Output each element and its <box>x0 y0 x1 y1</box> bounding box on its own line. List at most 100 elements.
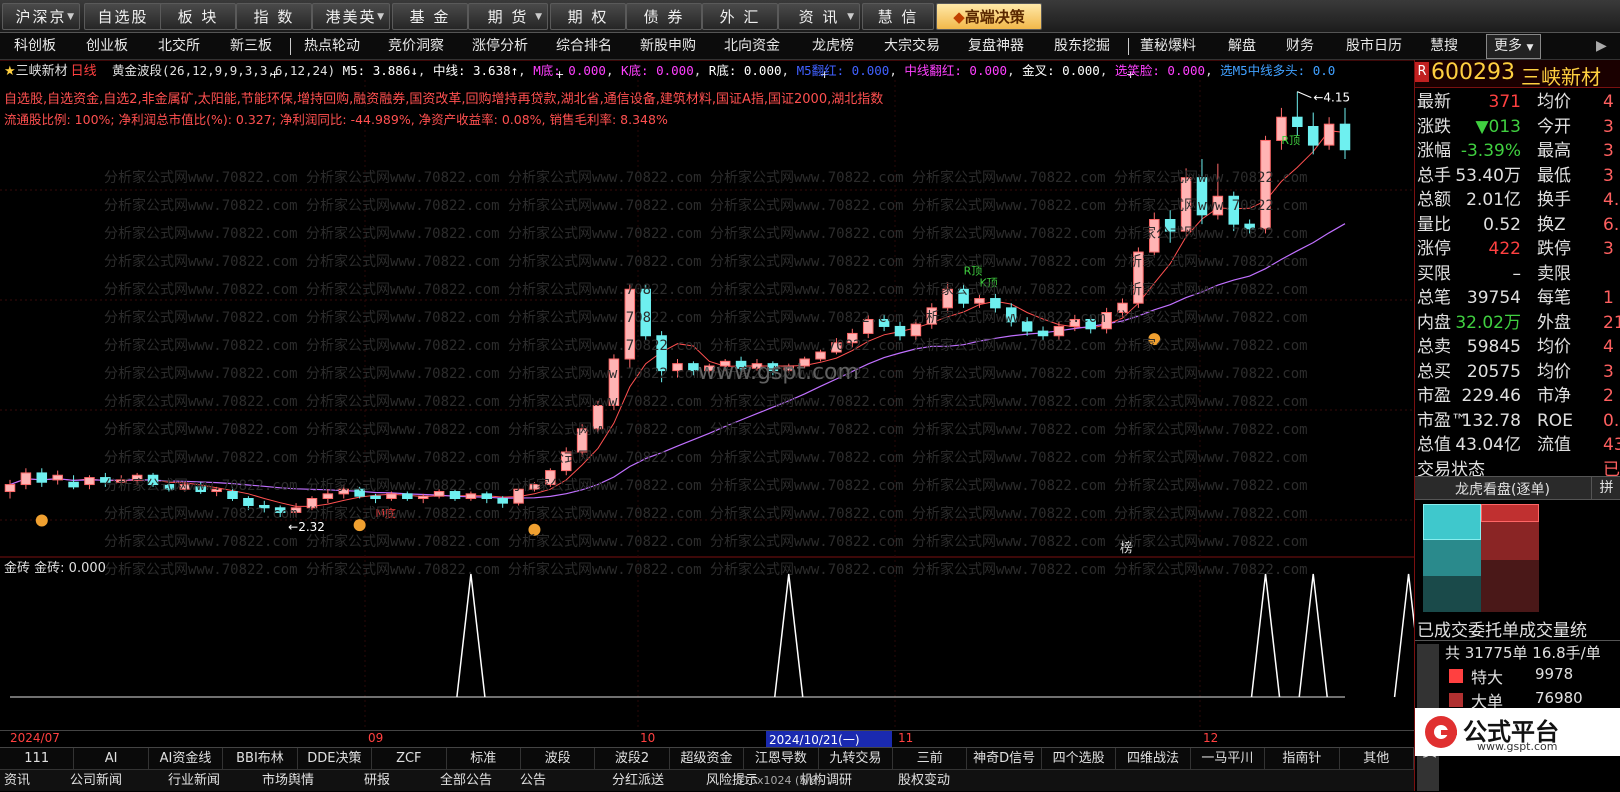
indicator-tab[interactable]: 波段2 <box>595 748 670 770</box>
fund-button[interactable]: 基 金 <box>392 3 468 30</box>
dragon-title[interactable]: 龙虎看盘(逐单) <box>1455 479 1550 499</box>
scroll-right-icon[interactable]: ▶ <box>1596 33 1607 60</box>
star-icon[interactable]: ★ <box>4 64 16 79</box>
buy-bar-xl <box>1481 504 1539 522</box>
info-tab[interactable]: 分红派送 <box>612 770 664 792</box>
indicator-tab[interactable]: 111 <box>0 748 75 770</box>
jinzhuan-peak <box>1250 573 1281 698</box>
hk-us-select[interactable]: 港美英 ▼ <box>312 3 390 30</box>
nav-item-hot-rotation[interactable]: 热点轮动 <box>304 33 360 60</box>
candle-body <box>4 484 16 493</box>
watchlist-button[interactable]: 自选股 <box>84 3 162 30</box>
nav-item-limit-up[interactable]: 涨停分析 <box>472 33 528 60</box>
info-tabs: 资讯 公司新闻 行业新闻 市场舆情 研报 全部公告 公告 分红派送 风险提示 机构调研 股权变动 81… <box>0 769 1414 791</box>
quote-label: 外盘 <box>1537 312 1571 333</box>
nav-item-neeq[interactable]: 新三板 <box>230 33 272 60</box>
quote-row: 总卖 59845 均价 4 <box>1415 335 1620 360</box>
info-tab[interactable]: 市场舆情 <box>262 770 314 792</box>
candle-body <box>52 474 63 481</box>
info-tab[interactable]: 全部公告 <box>440 770 492 792</box>
sector-button[interactable]: 板 块 <box>160 3 236 30</box>
chart-header: ★三峡新材 日线 <box>4 60 97 79</box>
nav-item-dragon-tiger[interactable]: 龙虎榜 <box>812 33 854 60</box>
midline-value: 中线: 3.638↑ <box>432 63 519 78</box>
indicator-tab[interactable]: 九转交易 <box>819 748 894 770</box>
jinzhuan-peak <box>456 573 486 698</box>
indicator-tab[interactable]: 四个选股 <box>1042 748 1117 770</box>
nav-item-star-board[interactable]: 科创板 <box>14 33 56 60</box>
info-tab[interactable]: 行业新闻 <box>168 770 220 792</box>
indicator-tab[interactable]: 四维战法 <box>1116 748 1191 770</box>
indicator-tab[interactable]: AI <box>74 748 149 770</box>
nav-item-block-trade[interactable]: 大宗交易 <box>884 33 940 60</box>
indicator-tab[interactable]: 一马平川 <box>1191 748 1266 770</box>
watermark-row: 分析家公式网www.70822.com 分析家公式网www.70822.com … <box>104 198 1308 214</box>
sub-chart-header: 金砖 金砖: 0.000 <box>4 557 106 576</box>
info-tab[interactable]: 研报 <box>364 770 390 792</box>
period-label[interactable]: 日线 <box>71 64 97 79</box>
nav-item-auction[interactable]: 竞价洞察 <box>388 33 444 60</box>
futures-select[interactable]: 期 货 ▼ <box>468 3 548 30</box>
nav-item-replay[interactable]: 复盘神器 <box>968 33 1024 60</box>
indicator-tab[interactable]: AI资金线 <box>149 748 224 770</box>
indicator-tab[interactable]: 指南针 <box>1265 748 1340 770</box>
indicator-tab[interactable]: 标准 <box>447 748 521 770</box>
watermark-row: 分析家公式网www.70822.com 分析家公式网www.70822.com … <box>104 450 1308 466</box>
indicator-tab[interactable]: 其他 <box>1340 748 1414 770</box>
info-tab[interactable]: 股权变动 <box>898 770 950 792</box>
nav-item-secretary[interactable]: 董秘爆料 <box>1140 33 1196 60</box>
indicator-tab[interactable]: 波段 <box>521 748 596 770</box>
quote-label: 总卖 <box>1417 337 1451 357</box>
quote-row: 总额 2.01亿换手 4.6 <box>1415 188 1620 213</box>
dragon-tab-2[interactable]: 拼 <box>1591 477 1620 499</box>
nav-item-calendar[interactable]: 股市日历 <box>1346 33 1402 60</box>
indicator-tab[interactable]: 三前 <box>893 748 968 770</box>
quote-label: 今开 <box>1537 116 1571 137</box>
options-button[interactable]: 期 权 <box>550 3 626 30</box>
candle-body <box>1292 116 1303 128</box>
huixin-button[interactable]: 慧 信 <box>862 3 934 30</box>
nav-item-gem-board[interactable]: 创业板 <box>86 33 128 60</box>
nav-item-ipo[interactable]: 新股申购 <box>640 33 696 60</box>
quote-value: – <box>1512 263 1522 284</box>
indicator-tab[interactable]: 超级资金 <box>670 748 745 770</box>
forex-button[interactable]: 外 汇 <box>702 3 778 30</box>
hk-us-label: 港美英 <box>325 8 377 26</box>
index-button[interactable]: 指 数 <box>236 3 312 30</box>
indicator-tab[interactable]: 江恩导数 <box>744 748 819 770</box>
top-toolbar: 沪深京 ▼ 自选股 板 块 指 数 港美英 ▼ 基 金 期 货 ▼ 期 权 债 券 外… <box>0 0 1620 33</box>
fundamentals-line: 流通股比例: 100%; 净利润总市值比(%): 0.327; 净利润同比: -… <box>4 112 668 127</box>
watermark-row: 分析家公式网www.70822.com 分析家公式网www.70822.com … <box>104 226 1308 242</box>
nav-bar: 科创板 创业板 北交所 新三板 热点轮动 竞价洞察 涨停分析 综合排名 新股申购… <box>0 33 1620 60</box>
quote-label: 市盈 <box>1417 386 1451 406</box>
chevron-down-icon: ▼ <box>1526 43 1534 53</box>
indicator-tab[interactable]: 神奇D信号 <box>967 748 1042 770</box>
xl-swatch <box>1449 669 1463 683</box>
info-tab[interactable]: 公告 <box>520 770 546 792</box>
more-button[interactable]: 更多 ▼ <box>1486 34 1542 59</box>
high-label: ←4.15 <box>1313 91 1350 105</box>
market-select[interactable]: 沪深京 ▼ <box>2 3 80 30</box>
indicator-tab[interactable]: BBI布林 <box>223 748 298 770</box>
high-end-button[interactable]: ◆高端决策 <box>936 3 1042 30</box>
sub-chart-title[interactable]: 金砖 <box>4 561 30 576</box>
nav-item-shareholder[interactable]: 股东挖掘 <box>1054 33 1110 60</box>
nav-item-analysis[interactable]: 解盘 <box>1228 33 1256 60</box>
formula-name[interactable]: 黄金波段(26,12,9,9,3,3,6,12,24) <box>112 63 335 78</box>
kline-chart[interactable]: ←4.15 ←2.32 M底 R顶 K顶 R顶榜 + + + + ★三峡新材 日线 黄金波段(26,… <box>0 60 1414 730</box>
nav-item-finance[interactable]: 财务 <box>1286 33 1314 60</box>
quote-row: 总笔 39754 每笔 1 <box>1415 286 1620 311</box>
info-tab[interactable]: 公司新闻 <box>70 770 122 792</box>
nav-item-northbound[interactable]: 北向资金 <box>724 33 780 60</box>
nav-item-ranking[interactable]: 综合排名 <box>556 33 612 60</box>
indicator-tab[interactable]: ZCF <box>372 748 447 770</box>
date-label: 09 <box>368 731 384 745</box>
indicator-tab[interactable]: DDE决策 <box>298 748 373 770</box>
nav-item-search[interactable]: 慧搜 <box>1430 33 1458 60</box>
bond-button[interactable]: 债 券 <box>626 3 702 30</box>
quote-value: 371 <box>1488 92 1521 112</box>
nav-item-bse[interactable]: 北交所 <box>158 33 200 60</box>
buy-bar-large <box>1481 522 1539 560</box>
info-tab[interactable]: 资讯 <box>4 770 30 792</box>
news-select[interactable]: 资 讯 ▼ <box>778 3 860 30</box>
